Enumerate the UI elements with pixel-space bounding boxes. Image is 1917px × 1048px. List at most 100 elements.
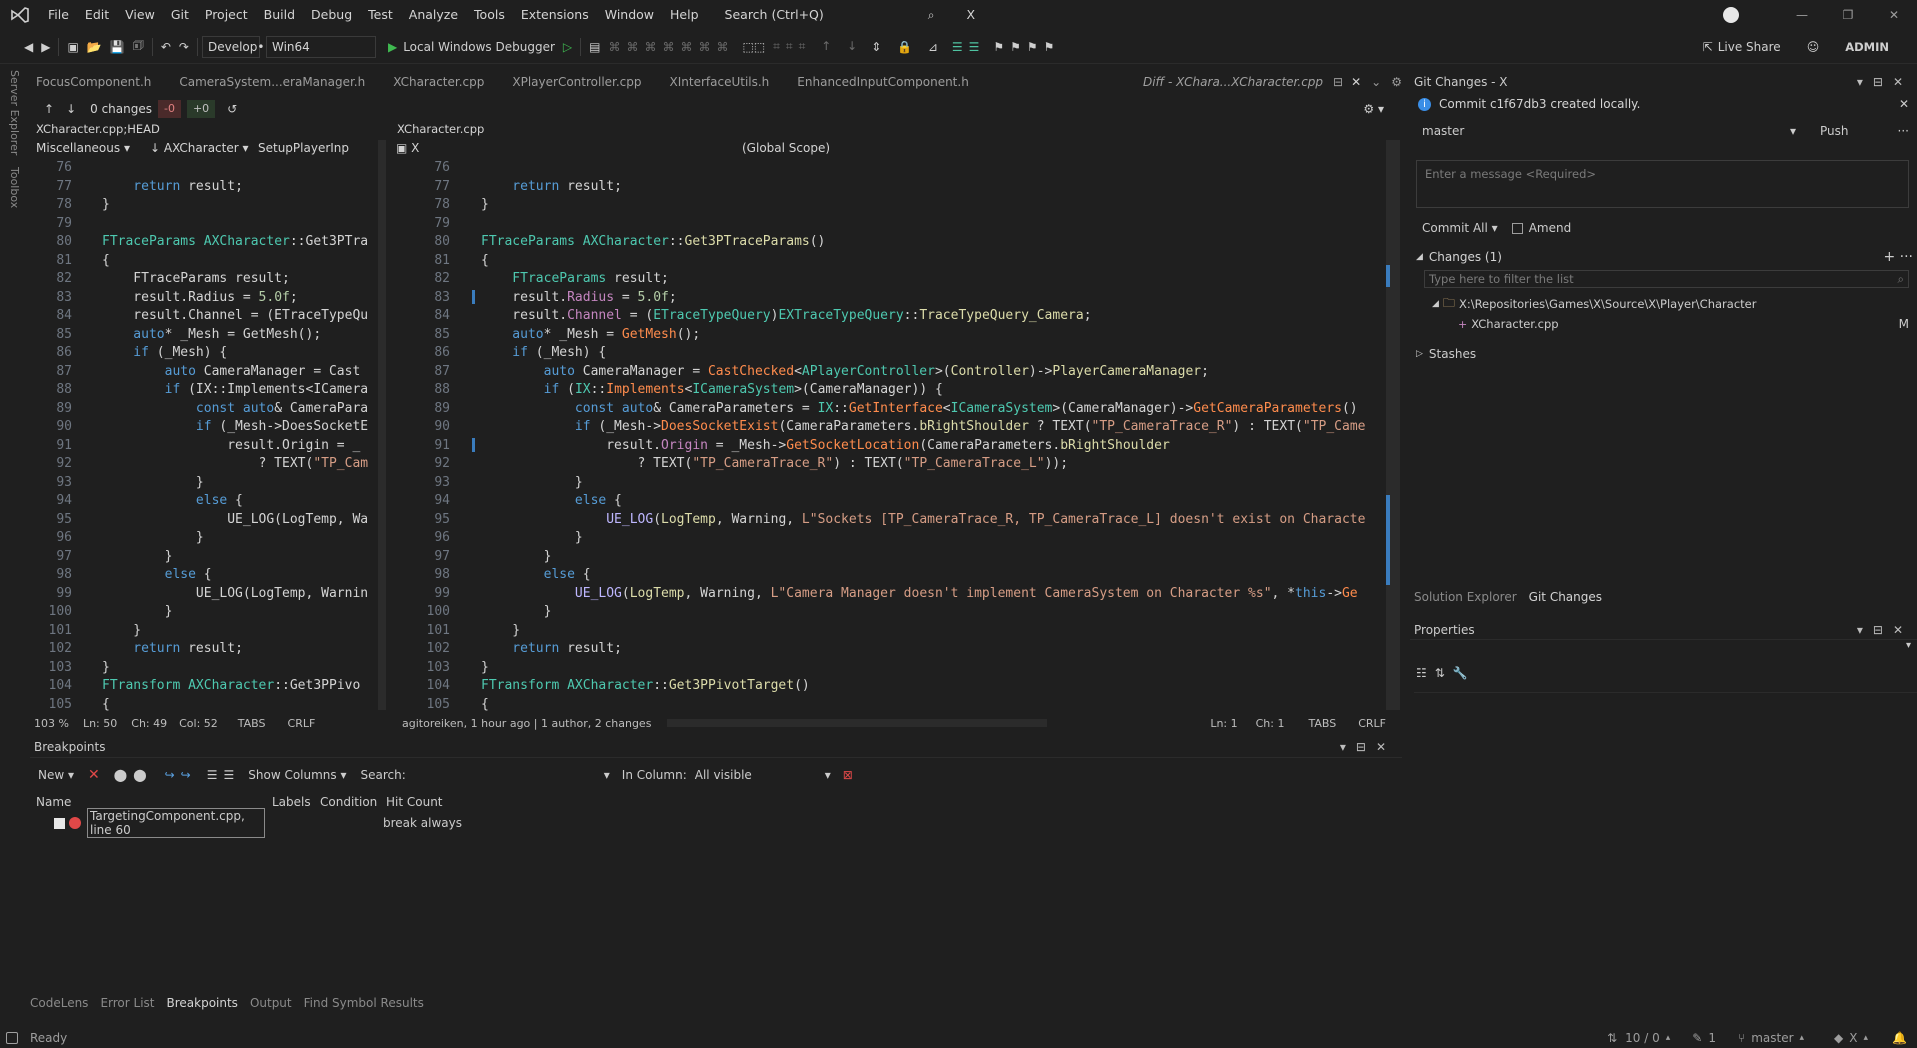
tab-output[interactable]: Output [250, 996, 292, 1010]
tab-xplayercontroller[interactable]: XPlayerController.cpp [506, 75, 663, 89]
revert-icon[interactable]: ↺ [227, 102, 237, 116]
start-debug-button[interactable]: ▶ Local Windows Debugger [384, 35, 559, 59]
close-window-icon[interactable]: ✕ [1871, 8, 1917, 22]
next-change-icon[interactable]: ↓ [66, 102, 76, 116]
tab-camerasystem[interactable]: CameraSystem...eraManager.h [173, 75, 387, 89]
menu-tools[interactable]: Tools [466, 0, 513, 30]
new-breakpoint-button[interactable]: New ▾ [38, 768, 74, 782]
misc-toolbar-icons[interactable]: ⌘⌘⌘⌘⌘⌘⌘ [604, 35, 738, 59]
menu-file[interactable]: File [40, 0, 77, 30]
git-pane-controls-icon[interactable]: ▾⊟✕ [1857, 75, 1913, 89]
delete-icon[interactable]: ✕ [88, 767, 100, 783]
open-icon[interactable]: 📂 [83, 35, 106, 59]
in-column-dropdown[interactable]: All visible ▾ [695, 768, 831, 782]
solution-configs-icon[interactable]: ▤ [585, 35, 604, 59]
output-icon[interactable] [6, 1031, 18, 1044]
new-project-icon[interactable]: ▣ [63, 35, 82, 59]
tab-xcharacter[interactable]: XCharacter.cpp [387, 75, 506, 89]
menu-edit[interactable]: Edit [77, 0, 117, 30]
forward-icon[interactable]: ▶ [37, 35, 54, 59]
folder-path[interactable]: X:\Repositories\Games\X\Source\X\Player\… [1459, 297, 1757, 311]
left-nav-class[interactable]: ↓ AXCharacter ▾ [150, 141, 250, 155]
minimize-icon[interactable]: — [1779, 8, 1825, 22]
columns-icons[interactable]: ☰☰ [207, 768, 241, 782]
more-actions-icon[interactable]: ··· [1898, 124, 1909, 138]
amend-checkbox[interactable] [1511, 222, 1523, 234]
menu-build[interactable]: Build [256, 0, 303, 30]
bookmarks-icons[interactable]: ⌗⌗⌗ ↑ ↓ [769, 35, 867, 59]
stage-all-icon[interactable]: + ··· [1883, 249, 1913, 265]
menu-help[interactable]: Help [662, 0, 707, 30]
save-icon[interactable]: 💾 [106, 35, 129, 59]
table-row[interactable]: TargetingComponent.cpp, line 60 break al… [30, 808, 1402, 838]
restore-icon[interactable]: ❐ [1825, 8, 1871, 22]
menu-extensions[interactable]: Extensions [513, 0, 597, 30]
layout-icon[interactable]: ⬚⬚ [738, 35, 769, 59]
right-nav-scope[interactable]: (Global Scope) [742, 141, 1042, 155]
tab-xinterfaceutils[interactable]: XInterfaceUtils.h [664, 75, 792, 89]
save-all-icon[interactable]: 🗊 [129, 35, 148, 59]
repo-dropdown-icon[interactable]: ▴ [1864, 1033, 1869, 1043]
server-explorer-tab[interactable]: Server Explorer [0, 64, 21, 161]
horizontal-scrollbar[interactable] [667, 719, 1048, 727]
settings-icon[interactable]: ⚙ [1391, 75, 1402, 89]
right-vertical-scrollbar[interactable] [1386, 140, 1400, 710]
right-code[interactable]: return result; } FTraceParams AXCharacte… [481, 159, 1385, 714]
search-box[interactable]: Search (Ctrl+Q) ⌕ [717, 0, 935, 30]
breakpoint-toggle-icons[interactable]: ⬤⬤ [114, 768, 153, 782]
menu-test[interactable]: Test [360, 0, 401, 30]
changes-expander-icon[interactable]: ◢ [1416, 252, 1423, 262]
col-name[interactable]: Name [36, 795, 272, 809]
menu-window[interactable]: Window [597, 0, 662, 30]
status-repo[interactable]: X [1849, 1031, 1857, 1045]
push-button[interactable]: Push [1820, 124, 1849, 138]
pin-icon[interactable]: ⊟ [1333, 75, 1343, 89]
zoom-level[interactable]: 103 % [34, 717, 69, 730]
blame-info[interactable]: agitoreiken, 1 hour ago | 1 author, 2 ch… [402, 717, 651, 730]
folder-expander-icon[interactable]: ◢ [1432, 299, 1439, 309]
tab-solution-explorer[interactable]: Solution Explorer [1414, 590, 1517, 604]
left-code[interactable]: return result; } FTraceParams AXCharacte… [102, 159, 372, 714]
configuration-dropdown[interactable]: Develop• [201, 35, 264, 58]
menu-debug[interactable]: Debug [303, 0, 360, 30]
import-export-icons[interactable]: ↪↪ [165, 768, 197, 782]
tab-git-changes[interactable]: Git Changes [1529, 590, 1602, 604]
commit-all-button[interactable]: Commit All ▾ [1422, 221, 1498, 235]
menu-git[interactable]: Git [163, 0, 197, 30]
branch-dropdown[interactable]: master ▾ [1422, 124, 1796, 138]
left-tabs[interactable]: TABS [238, 717, 266, 730]
show-columns-dropdown[interactable]: Show Columns ▾ [248, 768, 346, 782]
live-share-button[interactable]: ⇱ Live Share [1699, 35, 1785, 59]
start-without-debug-icon[interactable]: ▷ [559, 35, 576, 59]
left-vertical-scrollbar[interactable] [378, 140, 386, 710]
alphabetical-icon[interactable]: ⇅ [1435, 666, 1445, 680]
pending-changes[interactable]: 1 [1708, 1031, 1716, 1045]
toolbox-tab[interactable]: Toolbox [0, 161, 21, 214]
back-icon[interactable]: ◀ [20, 35, 37, 59]
stashes-header[interactable]: Stashes [1429, 347, 1476, 361]
undo-icon[interactable]: ↶ [157, 35, 175, 59]
bp-location[interactable]: TargetingComponent.cpp, line 60 [87, 808, 265, 838]
sync-dropdown-icon[interactable]: ▴ [1666, 1033, 1671, 1043]
right-tabs[interactable]: TABS [1308, 717, 1336, 730]
left-nav-project[interactable]: Miscellaneous ▾ [36, 141, 142, 155]
commit-message-input[interactable]: Enter a message <Required> [1416, 160, 1909, 208]
changes-filter-input[interactable]: Type here to filter the list ⌕ [1424, 270, 1909, 288]
notifications-icon[interactable]: 🔔 [1892, 1031, 1907, 1045]
right-eol[interactable]: CRLF [1358, 717, 1386, 730]
bookmark-icons[interactable]: ⚑⚑⚑⚑ [989, 35, 1064, 59]
tab-focuscomponent[interactable]: FocusComponent.h [30, 75, 173, 89]
sync-count[interactable]: 10 / 0 [1625, 1031, 1660, 1045]
menu-project[interactable]: Project [197, 0, 256, 30]
avatar-icon[interactable] [1723, 7, 1739, 23]
close-tab-icon[interactable]: ✕ [1351, 75, 1361, 89]
clear-search-icon[interactable]: ⊠ [843, 768, 853, 782]
tab-error-list[interactable]: Error List [100, 996, 154, 1010]
dismiss-notice-icon[interactable]: ✕ [1899, 97, 1909, 111]
left-eol[interactable]: CRLF [288, 717, 316, 730]
branch-dropdown-icon[interactable]: ▴ [1800, 1033, 1805, 1043]
tab-codelens[interactable]: CodeLens [30, 996, 88, 1010]
categorized-icon[interactable]: ☷ [1416, 666, 1427, 680]
list-item[interactable]: + XCharacter.cpp M [1410, 314, 1917, 334]
bp-search-input[interactable]: ▾ [410, 768, 610, 782]
